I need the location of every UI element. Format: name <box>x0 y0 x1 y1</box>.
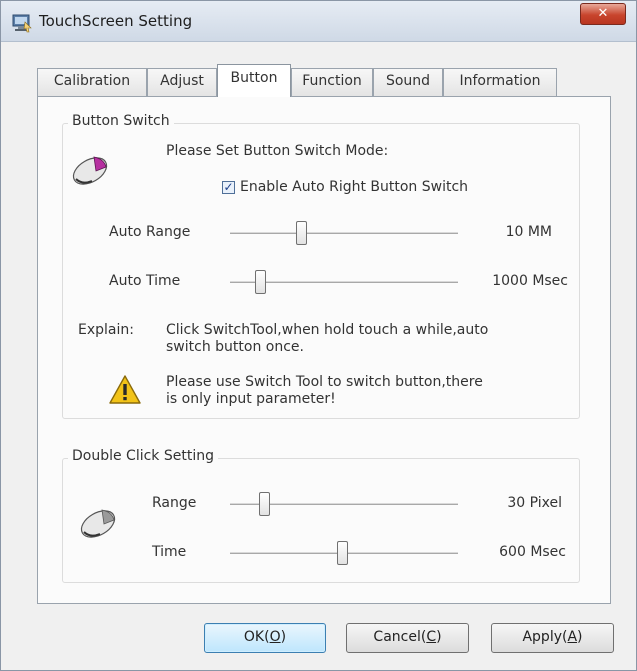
tab-sound[interactable]: Sound <box>373 68 443 96</box>
tab-label: Button <box>230 70 278 86</box>
auto-range-slider-thumb[interactable] <box>295 221 307 245</box>
ok-button[interactable]: OK(O) <box>204 623 326 653</box>
auto-time-slider-thumb[interactable] <box>254 270 266 294</box>
cancel-button[interactable]: Cancel(C) <box>346 623 469 653</box>
warning-icon <box>109 375 141 404</box>
double-click-time-label: Time <box>152 544 187 560</box>
auto-switch-checkbox-label[interactable]: Enable Auto Right Button Switch <box>240 179 468 195</box>
tab-function[interactable]: Function <box>291 68 373 96</box>
auto-range-value: 10 MM <box>505 224 552 240</box>
explain-label: Explain: <box>78 322 134 338</box>
button-tab-panel: Button Switch Please Set Button Switch M… <box>37 96 611 604</box>
tab-label: Information <box>459 73 541 89</box>
explain-text-line2: switch button once. <box>166 339 304 355</box>
double-click-title: Double Click Setting <box>68 448 218 464</box>
double-click-range-slider-thumb[interactable] <box>259 492 271 516</box>
button-switch-title: Button Switch <box>68 113 174 129</box>
double-click-range-value: 30 Pixel <box>507 495 562 511</box>
mouse-icon <box>80 509 116 538</box>
window-title: TouchScreen Setting <box>39 12 193 30</box>
tab-label: Sound <box>385 73 431 89</box>
double-click-group <box>62 458 580 583</box>
tab-label: Adjust <box>160 73 204 89</box>
cancel-button-label-end: ) <box>436 629 442 645</box>
auto-time-label: Auto Time <box>109 273 181 289</box>
apply-button[interactable]: Apply(A) <box>491 623 614 653</box>
title-bar[interactable]: TouchScreen Setting ✕ <box>1 1 636 42</box>
auto-time-value: 1000 Msec <box>492 273 568 289</box>
tab-label: Function <box>302 73 362 89</box>
ok-button-mnemonic: O <box>269 629 281 645</box>
auto-switch-checkbox[interactable]: ✓ <box>222 181 235 194</box>
app-icon <box>12 14 32 33</box>
touchscreen-setting-window: TouchScreen Setting ✕ Calibration Adjust… <box>0 0 637 671</box>
switch-mode-prompt: Please Set Button Switch Mode: <box>166 143 389 159</box>
ok-button-label-end: ) <box>280 629 287 645</box>
double-click-range-label: Range <box>152 495 197 511</box>
explain-text-line1: Click SwitchTool,when hold touch a while… <box>166 322 489 338</box>
tab-calibration[interactable]: Calibration <box>37 68 147 96</box>
double-click-time-slider-thumb[interactable] <box>336 541 348 565</box>
tab-adjust[interactable]: Adjust <box>147 68 217 96</box>
warning-text-line1: Please use Switch Tool to switch button,… <box>166 374 483 390</box>
tab-information[interactable]: Information <box>443 68 557 96</box>
apply-button-label-end: ) <box>577 629 583 645</box>
ok-button-label: OK( <box>243 629 270 645</box>
tab-label: Calibration <box>53 73 131 89</box>
cancel-button-label: Cancel( <box>373 629 427 645</box>
apply-button-mnemonic: A <box>567 629 578 645</box>
warning-text-line2: is only input parameter! <box>166 391 336 407</box>
mouse-icon <box>72 156 108 185</box>
auto-range-slider-track[interactable] <box>230 232 458 234</box>
auto-range-label: Auto Range <box>109 224 191 240</box>
cancel-button-mnemonic: C <box>426 629 437 645</box>
close-icon: ✕ <box>597 6 609 21</box>
close-button[interactable]: ✕ <box>580 3 626 25</box>
tab-button[interactable]: Button <box>217 64 291 97</box>
apply-button-label: Apply( <box>522 629 568 645</box>
double-click-time-value: 600 Msec <box>499 544 566 560</box>
